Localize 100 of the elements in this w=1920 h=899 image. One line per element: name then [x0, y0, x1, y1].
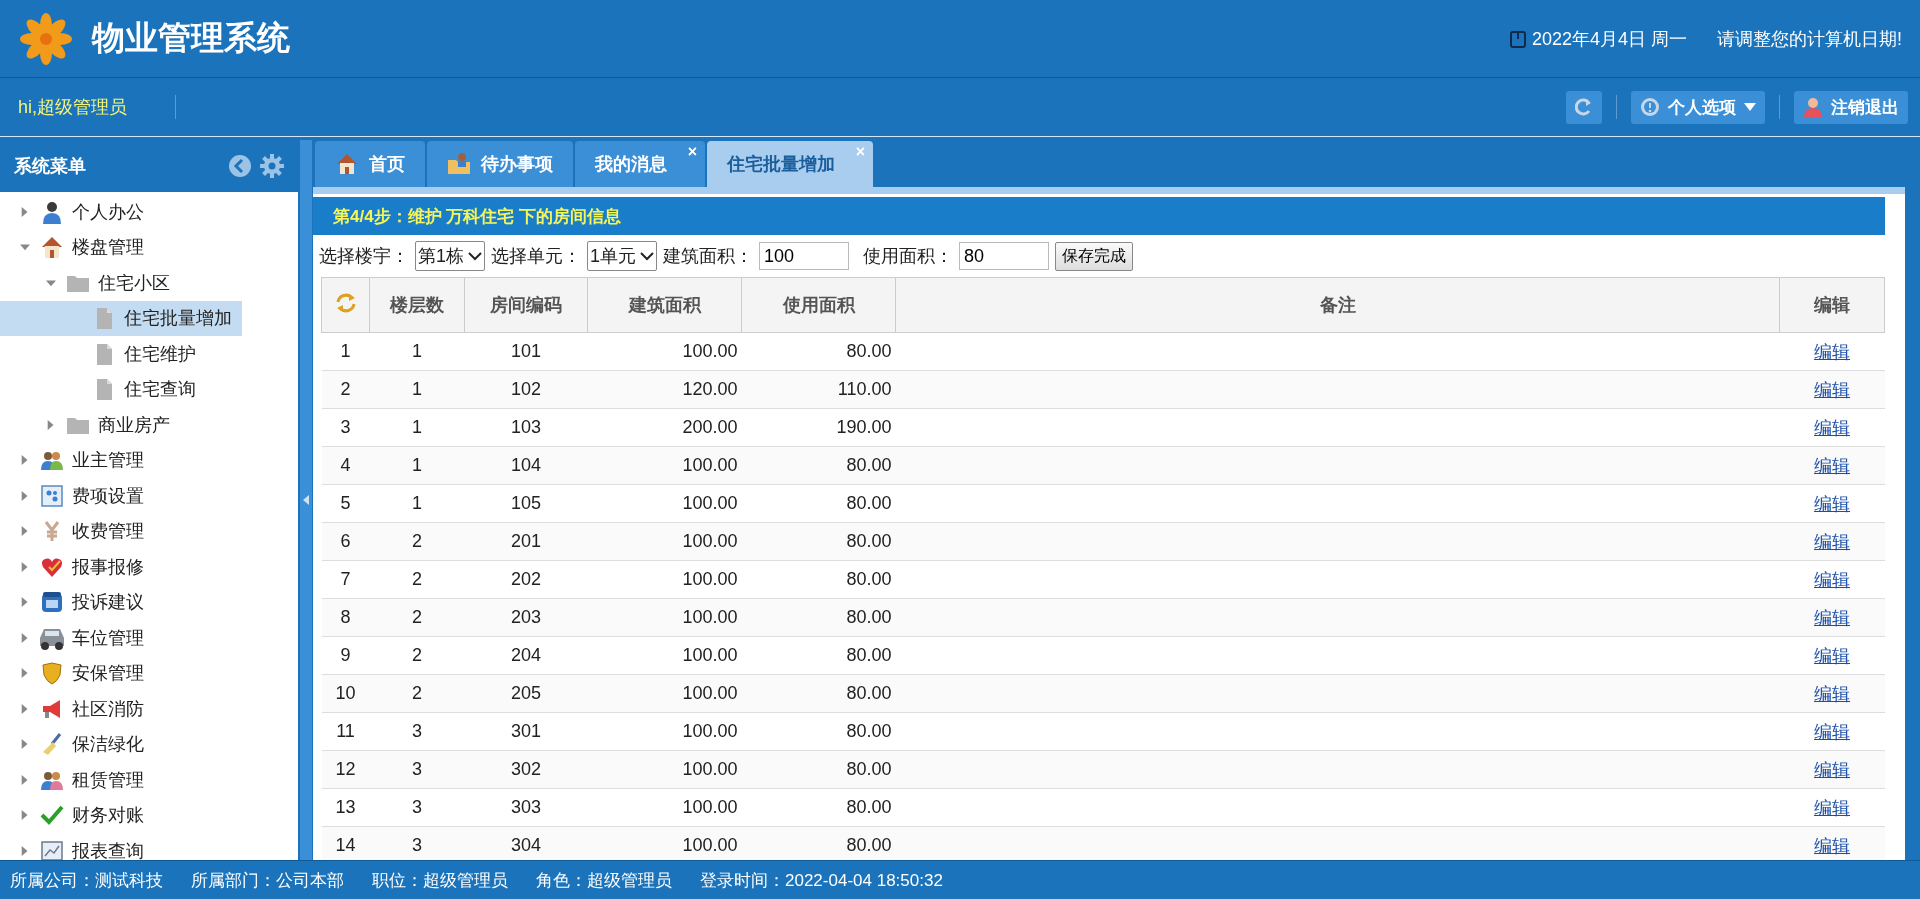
edit-link[interactable]: 编辑: [1814, 607, 1850, 628]
tree-item-label: 保洁绿化: [72, 733, 144, 757]
table-cell: 5: [321, 484, 370, 523]
table-cell: 100.00: [587, 522, 742, 561]
panel-title: 第4/4步：维护 万科住宅 下的房间信息: [313, 197, 1885, 235]
person-icon: [1803, 96, 1823, 118]
table-cell: 2: [369, 636, 465, 675]
tab[interactable]: 住宅批量增加 ×: [707, 141, 873, 187]
status-text: 所属部门：公司本部: [191, 869, 344, 892]
tree-item[interactable]: 保洁绿化: [0, 726, 154, 762]
input-field[interactable]: 100: [759, 242, 850, 270]
table-cell: 80.00: [741, 674, 896, 713]
table-cell: 80.00: [741, 712, 896, 751]
tree-item[interactable]: 商业房产: [0, 407, 180, 443]
column-header: 编辑: [1779, 277, 1885, 333]
table-cell: 80.00: [741, 560, 896, 599]
table-cell: 100.00: [587, 484, 742, 523]
edit-link[interactable]: 编辑: [1814, 417, 1850, 438]
table-cell: 304: [464, 826, 588, 860]
edit-link[interactable]: 编辑: [1814, 721, 1850, 742]
tree-item-label: 住宅批量增加: [124, 307, 232, 331]
table-cell: 80.00: [741, 636, 896, 675]
tree-item[interactable]: 财务对账: [0, 797, 154, 833]
collapsed-arrow-icon: [46, 418, 56, 431]
tree-item[interactable]: 住宅查询: [0, 371, 206, 407]
tree-item[interactable]: 业主管理: [0, 442, 154, 478]
tree-item-label: 报事报修: [72, 555, 144, 579]
table-cell: 80.00: [741, 788, 896, 827]
dropdown[interactable]: 1单元: [587, 241, 658, 271]
status-text: 所属公司：测试科技: [10, 869, 163, 892]
tree-item[interactable]: 住宅批量增加: [0, 300, 242, 336]
table-cell: 1: [369, 484, 465, 523]
edit-link[interactable]: 编辑: [1814, 531, 1850, 552]
edit-link[interactable]: 编辑: [1814, 797, 1850, 818]
date-notice: 请调整您的计算机日期!: [1717, 27, 1902, 51]
tree-item[interactable]: 社区消防: [0, 691, 154, 727]
table-cell: 100.00: [587, 788, 742, 827]
tree-item[interactable]: 收费管理: [0, 513, 154, 549]
table-cell: 100.00: [587, 598, 742, 637]
edit-link[interactable]: 编辑: [1814, 569, 1850, 590]
edit-link[interactable]: 编辑: [1814, 645, 1850, 666]
table-cell: 8: [321, 598, 370, 637]
collapsed-arrow-icon: [20, 773, 30, 786]
tree-item-label: 业主管理: [72, 449, 144, 473]
column-header: 使用面积: [741, 277, 896, 333]
edit-link[interactable]: 编辑: [1814, 455, 1850, 476]
tree-item[interactable]: 个人办公: [0, 194, 154, 230]
tree-item-label: 收费管理: [72, 520, 144, 544]
refresh-button[interactable]: [1566, 90, 1602, 124]
edit-link[interactable]: 编辑: [1814, 683, 1850, 704]
edit-link[interactable]: 编辑: [1814, 493, 1850, 514]
caret-icon: [1744, 103, 1756, 111]
table-cell: 1: [369, 332, 465, 371]
refresh-arrows-icon: [334, 291, 357, 314]
edit-link[interactable]: 编辑: [1814, 759, 1850, 780]
tree-item[interactable]: 住宅维护: [0, 336, 206, 372]
table-cell: 2: [369, 522, 465, 561]
table-cell: 100.00: [587, 750, 742, 789]
table-cell: 100.00: [587, 446, 742, 485]
tree-item-label: 社区消防: [72, 697, 144, 721]
flower-logo: [18, 10, 74, 67]
input-field[interactable]: 80: [959, 242, 1050, 270]
tree-item[interactable]: 报表查询: [0, 833, 154, 860]
save-button[interactable]: 保存完成: [1055, 241, 1134, 271]
tree-item[interactable]: 车位管理: [0, 620, 154, 656]
table-cell: 80.00: [741, 750, 896, 789]
table-cell: 104: [464, 446, 588, 485]
table-cell: 100.00: [587, 332, 742, 371]
table-cell: 3: [369, 826, 465, 860]
dropdown[interactable]: 第1栋: [415, 241, 485, 271]
table-cell: 100.00: [587, 712, 742, 751]
tree-item[interactable]: 安保管理: [0, 655, 154, 691]
status-text: 角色：超级管理员: [536, 869, 672, 892]
table-cell: 7: [321, 560, 370, 599]
splitter-handle-icon: [303, 495, 309, 505]
collapse-icon: [228, 154, 252, 178]
table-cell: 1: [369, 408, 465, 447]
table-cell: 103: [464, 408, 588, 447]
tree-item[interactable]: 投诉建议: [0, 584, 154, 620]
table-cell: 80.00: [741, 522, 896, 561]
edit-link[interactable]: 编辑: [1814, 341, 1850, 362]
tree-item[interactable]: 租赁管理: [0, 762, 154, 798]
tree-item[interactable]: 楼盘管理: [0, 229, 154, 265]
collapsed-arrow-icon: [20, 809, 30, 822]
tree-item[interactable]: 住宅小区: [0, 265, 180, 301]
table-cell: 80.00: [741, 332, 896, 371]
table-cell: 302: [464, 750, 588, 789]
table-cell: 204: [464, 636, 588, 675]
tree-item[interactable]: 报事报修: [0, 549, 154, 585]
edit-link[interactable]: 编辑: [1814, 379, 1850, 400]
column-header: 楼层数: [369, 277, 465, 333]
tree-item-label: 租赁管理: [72, 768, 144, 792]
chart-icon: [40, 838, 64, 860]
table-cell: 3: [369, 712, 465, 751]
collapsed-arrow-icon: [20, 525, 30, 538]
table-cell: 10: [321, 674, 370, 713]
table-cell: 303: [464, 788, 588, 827]
table-cell: 100.00: [587, 560, 742, 599]
field-label: 选择楼宇：: [319, 245, 409, 268]
tree-item[interactable]: 费项设置: [0, 478, 154, 514]
